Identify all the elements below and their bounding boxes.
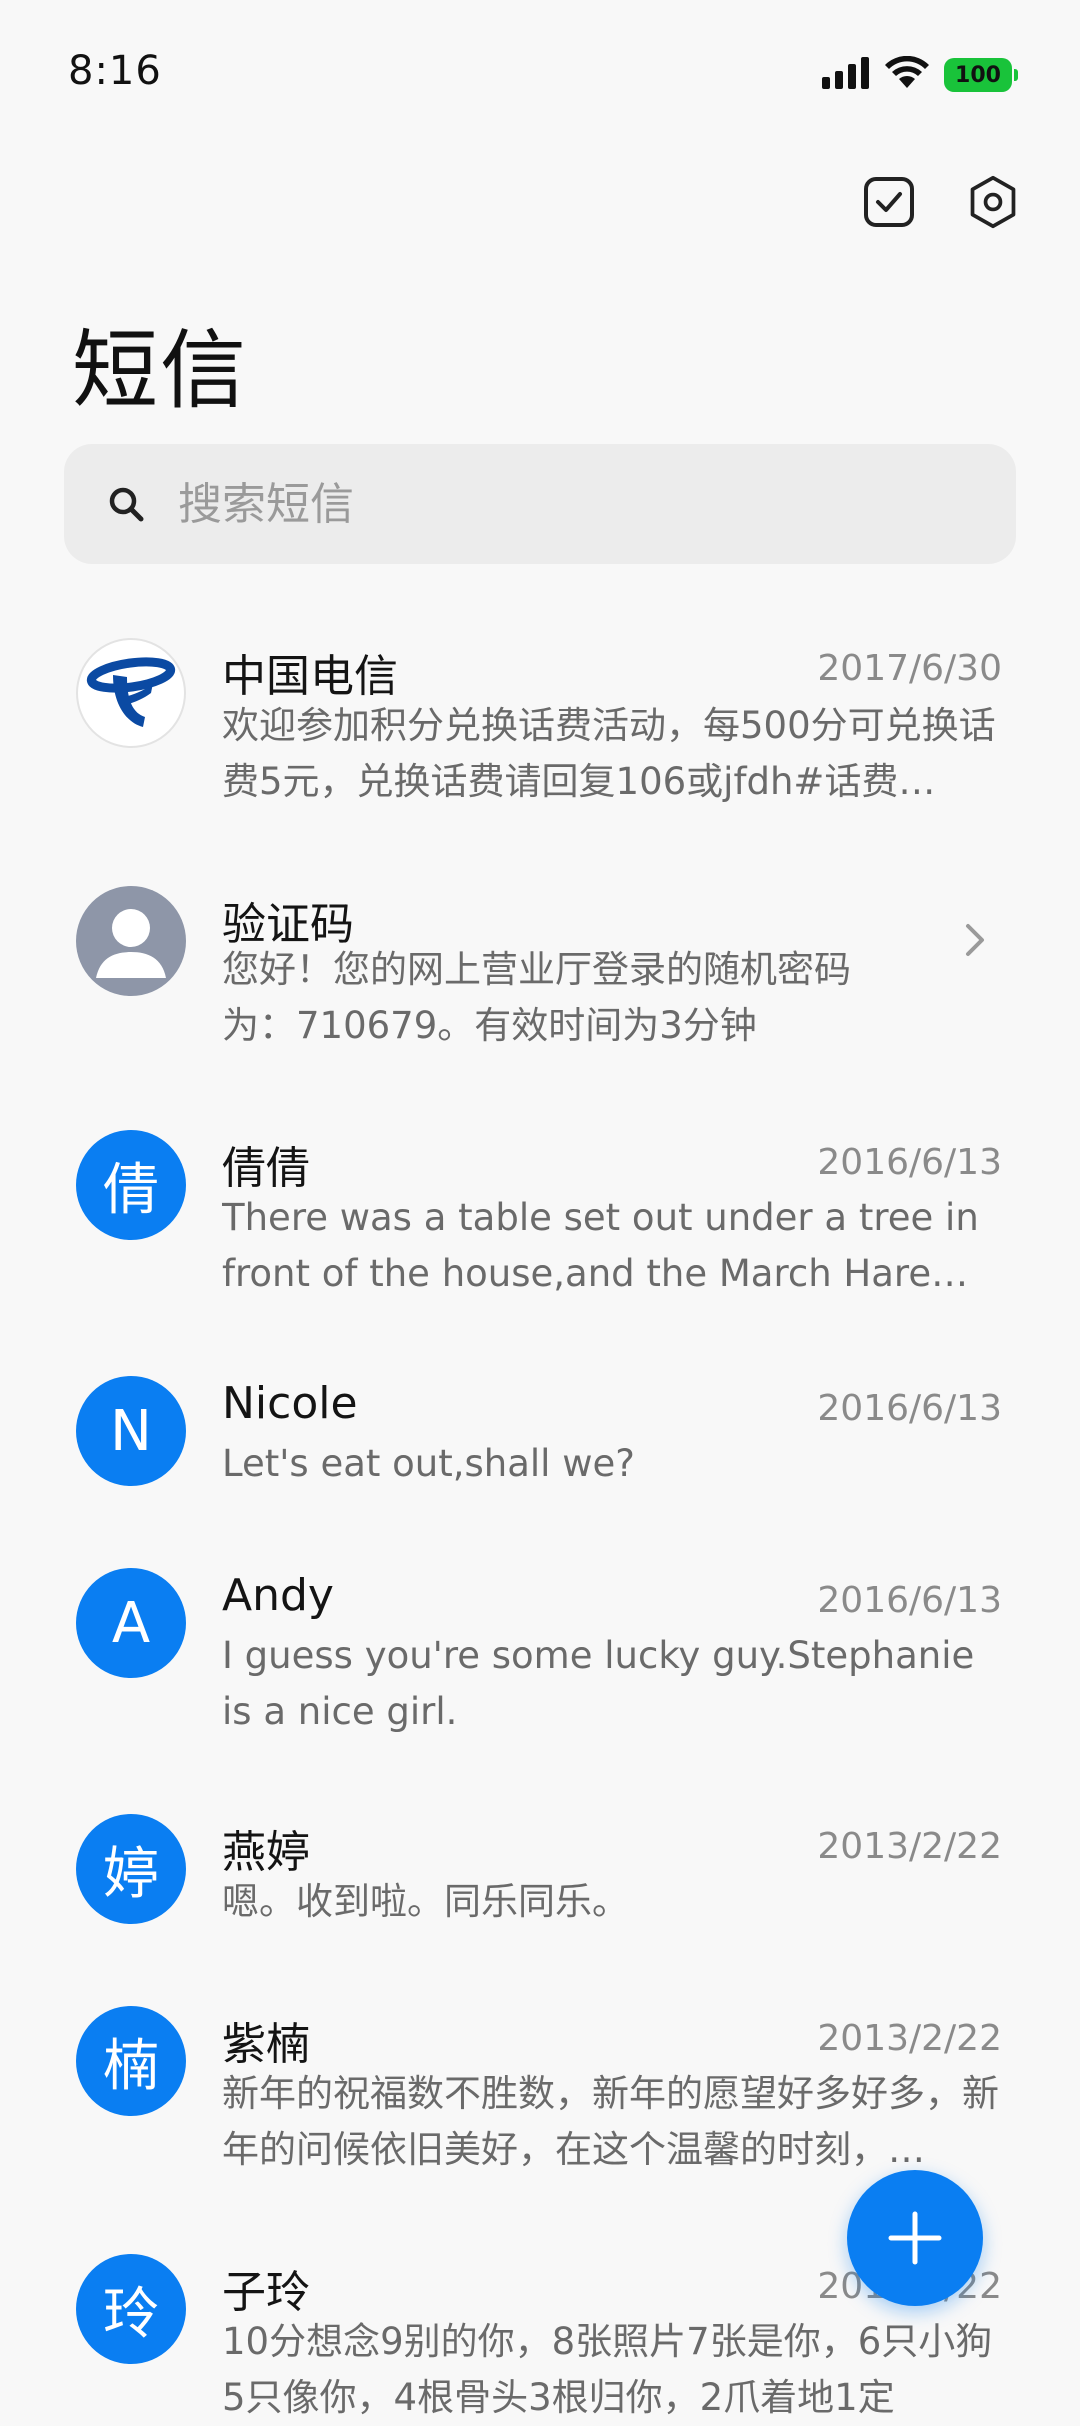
message-preview: 您好！您的网上营业厅登录的随机密码为：710679。有效时间为3分钟 — [222, 948, 851, 1047]
message-preview: There was a table set out under a tree i… — [222, 1196, 979, 1295]
list-item[interactable]: N Nicole 2016/6/13 Let's eat out,shall w… — [0, 1338, 1080, 1518]
list-item[interactable]: 楠 紫楠 2013/2/22 新年的祝福数不胜数，新年的愿望好多好多，新年的问候… — [0, 1968, 1080, 2198]
plus-icon — [888, 2211, 942, 2265]
checklist-icon[interactable] — [862, 175, 916, 229]
status-time: 8:16 — [68, 48, 162, 94]
telecom-logo-avatar — [76, 638, 186, 748]
list-item[interactable]: 中国电信 2017/6/30 欢迎参加积分兑换话费活动，每500分可兑换话费5元… — [0, 600, 1080, 830]
new-message-button[interactable] — [847, 2170, 983, 2306]
contact-avatar: N — [76, 1376, 186, 1486]
list-item[interactable]: A Andy 2016/6/13 I guess you're some luc… — [0, 1530, 1080, 1760]
contact-name: 倩倩 — [222, 1143, 310, 1194]
message-preview: 欢迎参加积分兑换话费活动，每500分可兑换话费5元，兑换话费请回复106或jfd… — [222, 704, 996, 803]
contact-avatar: 婷 — [76, 1814, 186, 1924]
message-date: 2013/2/22 — [817, 1826, 1002, 1867]
message-date: 2016/6/13 — [817, 1580, 1002, 1621]
status-icons: 100 — [822, 55, 1018, 94]
status-bar: 8:16 100 — [0, 0, 1080, 150]
contact-name: 紫楠 — [222, 2019, 310, 2070]
message-preview: 嗯。收到啦。同乐同乐。 — [222, 1880, 629, 1923]
contact-name: 燕婷 — [222, 1827, 310, 1878]
message-date: 2016/6/13 — [817, 1142, 1002, 1183]
top-toolbar — [862, 175, 1020, 229]
contact-name: Nicole — [222, 1378, 358, 1429]
message-date: 2017/6/30 — [817, 648, 1002, 689]
contact-name: 中国电信 — [222, 651, 398, 702]
contact-name: Andy — [222, 1570, 334, 1621]
message-preview: 10分想念9别的你，8张照片7张是你，6只小狗5只像你，4根骨头3根归你，2爪着… — [222, 2320, 993, 2419]
chevron-right-icon[interactable] — [962, 920, 988, 960]
list-item[interactable]: 倩 倩倩 2016/6/13 There was a table set out… — [0, 1092, 1080, 1322]
contact-avatar: A — [76, 1568, 186, 1678]
person-icon — [96, 909, 166, 978]
wifi-icon — [884, 55, 930, 94]
page-title: 短信 — [72, 321, 248, 421]
search-icon — [106, 484, 146, 524]
telecom-logo-icon — [86, 657, 176, 727]
contact-avatar: 倩 — [76, 1130, 186, 1240]
signal-icon — [822, 57, 870, 93]
battery-icon: 100 — [944, 58, 1018, 92]
person-avatar — [76, 886, 186, 996]
contact-name: 子玲 — [222, 2267, 310, 2318]
contact-avatar: 楠 — [76, 2006, 186, 2116]
contact-avatar: 玲 — [76, 2254, 186, 2364]
list-item[interactable]: 婷 燕婷 2013/2/22 嗯。收到啦。同乐同乐。 — [0, 1776, 1080, 1956]
search-bar[interactable] — [64, 444, 1016, 564]
message-preview: I guess you're some lucky guy.Stephanie … — [222, 1634, 975, 1733]
list-item[interactable]: 验证码 您好！您的网上营业厅登录的随机密码为：710679。有效时间为3分钟 — [0, 848, 1080, 1078]
message-preview: 新年的祝福数不胜数，新年的愿望好多好多，新年的问候依旧美好，在这个温馨的时刻，… — [222, 2072, 999, 2171]
settings-icon[interactable] — [966, 175, 1020, 229]
message-date: 2013/2/22 — [817, 2018, 1002, 2059]
search-input[interactable] — [176, 477, 1000, 531]
message-preview: Let's eat out,shall we? — [222, 1442, 635, 1485]
message-date: 2016/6/13 — [817, 1388, 1002, 1429]
